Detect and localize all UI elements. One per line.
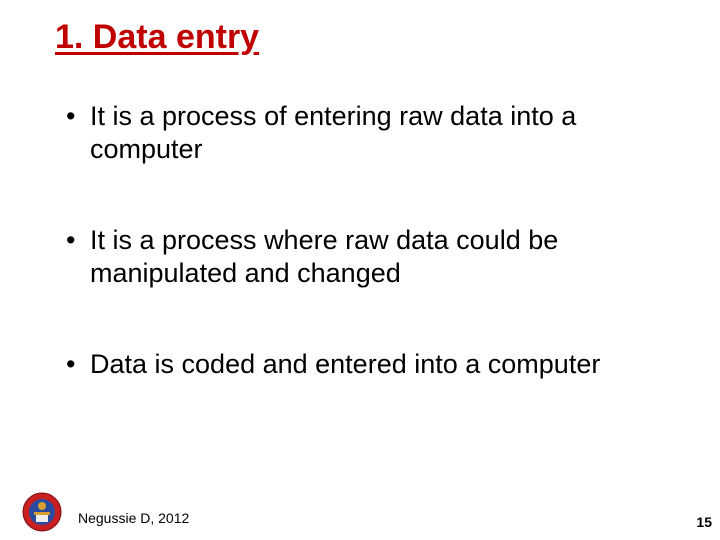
bullet-text: It is a process where raw data could be … xyxy=(90,225,558,288)
bullet-text: Data is coded and entered into a compute… xyxy=(90,349,600,379)
list-item: It is a process of entering raw data int… xyxy=(60,100,670,166)
bullet-text: It is a process of entering raw data int… xyxy=(90,101,576,164)
page-number: 15 xyxy=(696,514,712,530)
slide-body: It is a process of entering raw data int… xyxy=(60,100,670,439)
slide: 1. Data entry It is a process of enterin… xyxy=(0,0,720,540)
footer-author: Negussie D, 2012 xyxy=(78,510,189,526)
list-item: It is a process where raw data could be … xyxy=(60,224,670,290)
list-item: Data is coded and entered into a compute… xyxy=(60,348,670,381)
bullet-list: It is a process of entering raw data int… xyxy=(60,100,670,381)
slide-title: 1. Data entry xyxy=(55,18,259,57)
university-seal-icon xyxy=(22,492,62,532)
